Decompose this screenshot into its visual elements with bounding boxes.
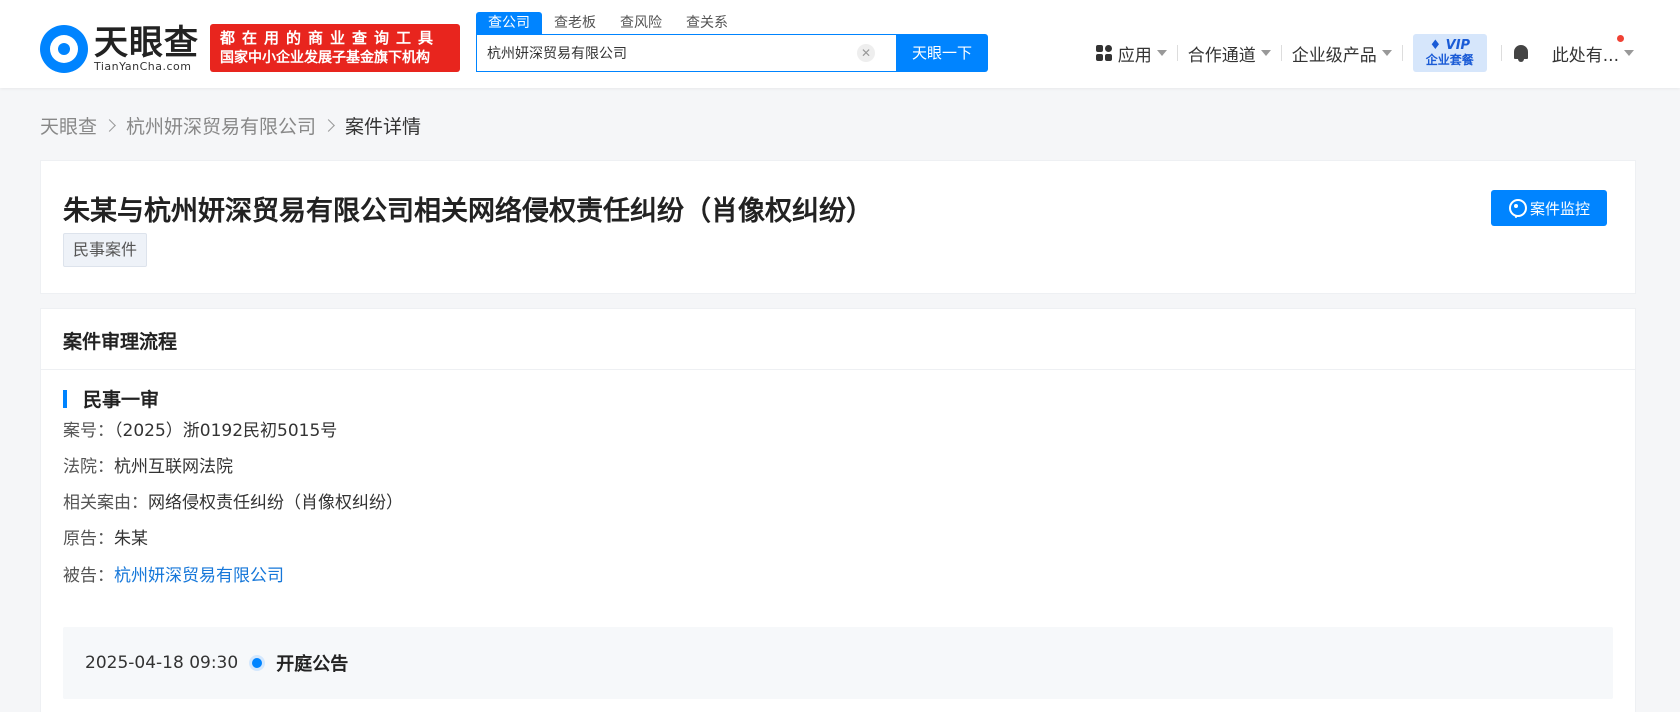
vip-package-label: 企业套餐 xyxy=(1425,53,1474,67)
breadcrumb: 天眼查 杭州妍深贸易有限公司 案件详情 xyxy=(40,112,421,138)
nav-partner-label: 合作通道 xyxy=(1187,45,1256,66)
field-label: 法院： xyxy=(63,457,114,477)
logo-text-cn: 天眼查 xyxy=(94,23,199,63)
nav-divider xyxy=(1401,45,1403,61)
timeline-time: 2025-04-18 09:30 xyxy=(85,653,239,673)
nav-enterprise-label: 企业级产品 xyxy=(1291,45,1377,66)
chevron-right-icon xyxy=(322,118,335,132)
vip-label: ♦ VIP xyxy=(1429,38,1471,53)
field-case-number: 案号：（2025）浙0192民初5015号 xyxy=(63,419,337,443)
slogan-banner: 都在用的商业查询工具 国家中小企业发展子基金旗下机构 xyxy=(210,24,460,72)
field-cause: 相关案由：网络侵权责任纠纷（肖像权纠纷） xyxy=(63,491,403,515)
search-input[interactable] xyxy=(477,36,857,70)
chevron-down-icon xyxy=(1381,50,1392,56)
eye-logo-icon xyxy=(40,25,88,73)
stage-accent-bar xyxy=(63,389,67,408)
timeline-dot-icon xyxy=(252,658,263,668)
tab-search-risk[interactable]: 查风险 xyxy=(608,12,674,34)
monitor-camera-icon xyxy=(1508,199,1527,217)
notification-dot xyxy=(1617,34,1624,42)
top-header: 天眼查 TianYanCha.com 都在用的商业查询工具 国家中小企业发展子基… xyxy=(0,0,1680,88)
breadcrumb-current: 案件详情 xyxy=(345,115,422,138)
case-process-card: 案件审理流程 民事一审 案号：（2025）浙0192民初5015号 法院：杭州互… xyxy=(40,308,1636,712)
field-label: 相关案由： xyxy=(63,493,148,513)
vip-enterprise-package[interactable]: ♦ VIP 企业套餐 xyxy=(1412,34,1487,72)
chevron-right-icon xyxy=(103,118,116,132)
case-monitor-button[interactable]: 案件监控 xyxy=(1491,190,1607,226)
search-tabs: 查公司 查老板 查风险 查关系 xyxy=(476,12,740,34)
chevron-down-icon xyxy=(1624,50,1634,56)
timeline-item: 2025-04-18 09:30 开庭公告 xyxy=(63,627,1613,699)
stage-header: 民事一审 xyxy=(63,385,159,412)
apps-grid-icon xyxy=(1095,45,1112,61)
logo-text-en: TianYanCha.com xyxy=(94,60,192,73)
chevron-down-icon xyxy=(1260,50,1271,56)
bell-icon[interactable] xyxy=(1512,43,1530,63)
case-title: 朱某与杭州妍深贸易有限公司相关网络侵权责任纠纷（肖像权纠纷） xyxy=(63,196,873,227)
nav-apps[interactable]: 应用 xyxy=(1086,41,1177,66)
case-number-value: （2025）浙0192民初5015号 xyxy=(114,421,338,441)
field-label: 原告： xyxy=(63,529,114,549)
nav-partner[interactable]: 合作通道 xyxy=(1178,41,1281,66)
nav-enterprise[interactable]: 企业级产品 xyxy=(1282,41,1402,66)
section-title: 案件审理流程 xyxy=(63,331,178,353)
court-value: 杭州互联网法院 xyxy=(114,457,233,477)
case-header-card: 朱某与杭州妍深贸易有限公司相关网络侵权责任纠纷（肖像权纠纷） 民事案件 案件监控 xyxy=(40,160,1636,294)
search-button[interactable]: 天眼一下 xyxy=(896,34,988,72)
chevron-down-icon xyxy=(1156,50,1167,56)
tab-search-relation[interactable]: 查关系 xyxy=(674,12,740,34)
field-court: 法院：杭州互联网法院 xyxy=(63,455,233,479)
defendant-link[interactable]: 杭州妍深贸易有限公司 xyxy=(114,566,284,586)
field-label: 被告： xyxy=(63,566,114,586)
tab-search-boss[interactable]: 查老板 xyxy=(542,12,608,34)
breadcrumb-home[interactable]: 天眼查 xyxy=(40,112,97,139)
stage-title: 民事一审 xyxy=(83,389,160,411)
case-monitor-label: 案件监控 xyxy=(1529,199,1590,218)
top-nav: 应用 合作通道 企业级产品 ♦ VIP 企业套餐 此处有... xyxy=(1086,34,1634,72)
search-box: ✕ xyxy=(476,34,896,72)
slogan-line-2: 国家中小企业发展子基金旗下机构 xyxy=(220,50,430,66)
user-name: 此处有... xyxy=(1551,45,1619,66)
clear-icon[interactable]: ✕ xyxy=(857,44,875,62)
case-type-tag: 民事案件 xyxy=(63,233,148,267)
tianyancha-logo[interactable]: 天眼查 TianYanCha.com xyxy=(40,24,202,74)
tab-search-company[interactable]: 查公司 xyxy=(476,12,542,34)
user-menu[interactable]: 此处有... xyxy=(1542,34,1634,66)
slogan-line-1: 都在用的商业查询工具 xyxy=(220,29,441,47)
plaintiff-value: 朱某 xyxy=(114,529,148,549)
nav-divider xyxy=(1500,45,1502,61)
breadcrumb-company[interactable]: 杭州妍深贸易有限公司 xyxy=(126,112,316,139)
cause-value: 网络侵权责任纠纷（肖像权纠纷） xyxy=(148,493,403,513)
timeline-event: 开庭公告 xyxy=(276,654,349,675)
field-label: 案号： xyxy=(63,421,114,441)
field-plaintiff: 原告：朱某 xyxy=(63,527,148,551)
nav-apps-label: 应用 xyxy=(1117,45,1152,66)
section-divider xyxy=(41,369,1635,370)
field-defendant: 被告：杭州妍深贸易有限公司 xyxy=(63,564,284,588)
